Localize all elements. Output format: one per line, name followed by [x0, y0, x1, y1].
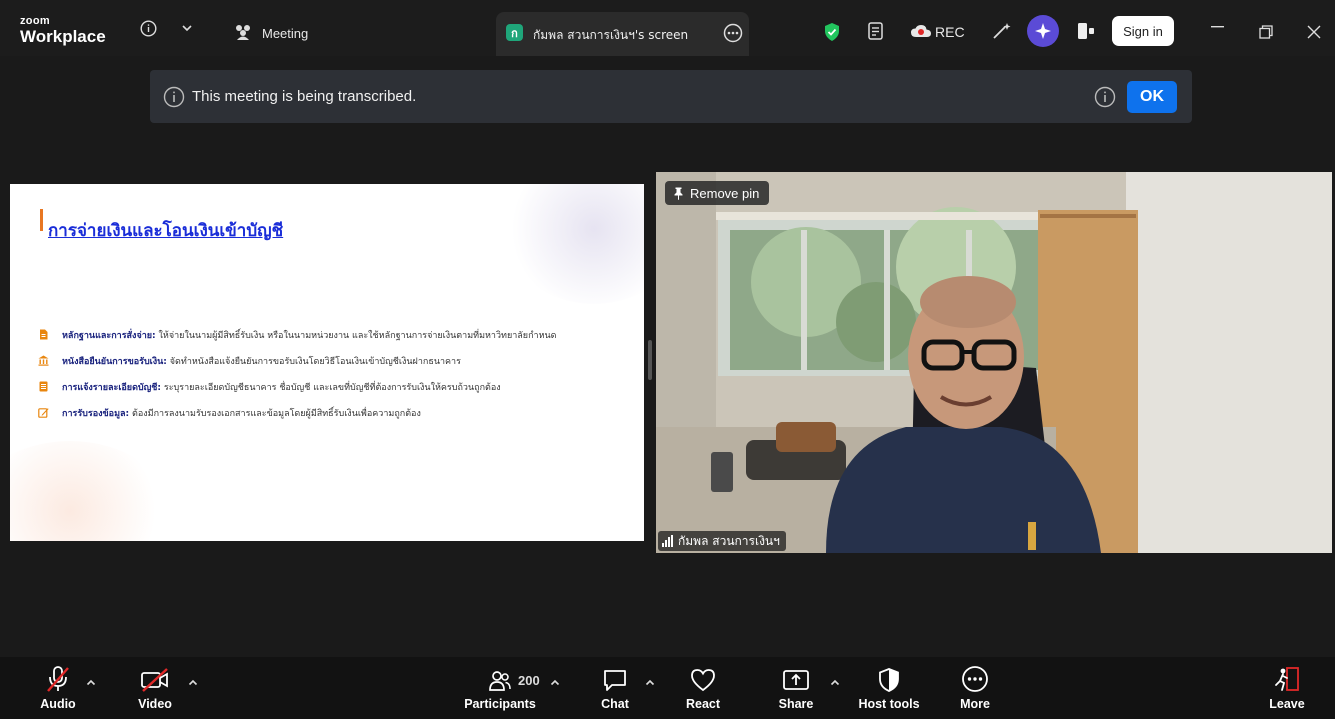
leave-label: Leave: [1269, 697, 1305, 711]
share-screen-icon: [783, 670, 809, 690]
remove-pin-label: Remove pin: [690, 185, 760, 201]
ai-companion-icon[interactable]: [1027, 15, 1059, 47]
slide-title: การจ่ายเงินและโอนเงินเข้าบัญชี: [48, 221, 284, 241]
participants-caret-icon[interactable]: [550, 673, 560, 691]
host-tools-label: Host tools: [858, 697, 920, 711]
meeting-toolbar: Audio Video Participants 200 Chat React …: [0, 657, 1335, 719]
logo-top-text: zoom: [20, 15, 50, 27]
audio-options-caret-icon[interactable]: [86, 673, 96, 691]
chat-label: Chat: [601, 697, 629, 711]
minimize-icon[interactable]: [1211, 26, 1224, 28]
bullet-body: ต้องมีการลงนามรับรองเอกสารและข้อมูลโดยผู…: [129, 409, 421, 419]
bullet-body: ให้จ่ายในนามผู้มีสิทธิ์รับเงิน หรือในนาม…: [155, 331, 557, 341]
share-label: Share: [778, 697, 814, 711]
bullet-heading: หนังสือยืนยันการขอรับเงิน:: [62, 357, 167, 367]
signal-strength-icon: [662, 535, 673, 547]
title-bar: zoom Workplace Meeting ก กัมพล สวนการเงิ…: [0, 0, 1335, 56]
host-shield-icon: [879, 668, 899, 692]
react-label: React: [685, 697, 721, 711]
more-options-icon[interactable]: [723, 23, 743, 48]
split-resize-handle[interactable]: [648, 340, 652, 380]
share-app-badge: ก: [506, 24, 523, 41]
shared-screen-slide: การจ่ายเงินและโอนเงินเข้าบัญชี หลักฐานแล…: [10, 184, 644, 541]
audio-label: Audio: [40, 697, 76, 711]
pin-icon: [674, 187, 683, 200]
participant-video-image: [656, 172, 1332, 553]
meeting-people-icon[interactable]: [233, 24, 253, 40]
more-label: More: [960, 697, 990, 711]
more-button[interactable]: More: [955, 657, 995, 719]
title-accent-bar: [40, 209, 43, 231]
tab-meeting[interactable]: Meeting: [262, 26, 308, 41]
zoom-workplace-logo: zoom Workplace: [20, 15, 106, 46]
info-icon: [163, 86, 185, 113]
bullet-text: การรับรองข้อมูล: ต้องมีการลงนามรับรองเอก…: [62, 406, 421, 420]
chat-icon: [604, 670, 626, 691]
bullet-text: การแจ้งรายละเอียดบัญชี: ระบุรายละเอียดบั…: [62, 380, 501, 394]
document-icon: [40, 329, 48, 340]
remove-pin-button[interactable]: Remove pin: [665, 181, 770, 205]
bullet-heading: การแจ้งรายละเอียดบัญชี:: [62, 383, 162, 393]
rec-label[interactable]: REC: [935, 24, 965, 40]
ok-button[interactable]: OK: [1127, 81, 1177, 113]
chat-caret-icon[interactable]: [645, 673, 655, 691]
bullet-text: หลักฐานและการสั่งจ่าย: ให้จ่ายในนามผู้มี…: [62, 328, 557, 342]
participants-button[interactable]: Participants: [462, 657, 538, 719]
slide-decoration-top: [504, 184, 644, 304]
participant-video-tile[interactable]: Remove pin กัมพล สวนการเงินฯ: [656, 172, 1332, 553]
transcription-info-icon[interactable]: [1094, 86, 1116, 113]
bullet-heading: การรับรองข้อมูล:: [62, 409, 130, 419]
close-icon[interactable]: [1307, 25, 1321, 39]
participant-name-tag: กัมพล สวนการเงินฯ: [658, 531, 786, 551]
chat-button[interactable]: Chat: [595, 657, 635, 719]
security-shield-icon[interactable]: [823, 22, 841, 42]
bullet-heading: หลักฐานและการสั่งจ่าย:: [62, 331, 156, 341]
share-button[interactable]: Share: [776, 657, 816, 719]
list-icon: [39, 381, 48, 392]
bullet-body: ระบุรายละเอียดบัญชีธนาคาร ชื่อบัญชี และเ…: [161, 383, 501, 393]
chevron-down-icon[interactable]: [181, 24, 193, 32]
restore-icon[interactable]: [1259, 25, 1273, 39]
host-tools-button[interactable]: Host tools: [856, 657, 922, 719]
video-button[interactable]: Video: [133, 657, 177, 719]
audio-button[interactable]: Audio: [36, 657, 80, 719]
transcription-message: This meeting is being transcribed.: [192, 88, 417, 105]
share-tab-label: กัมพล สวนการเงินฯ's screen: [533, 28, 689, 42]
share-caret-icon[interactable]: [830, 673, 840, 691]
transcription-banner: This meeting is being transcribed. OK: [150, 70, 1192, 123]
participants-icon: [489, 671, 511, 691]
slide-decoration-bottom: [10, 441, 170, 541]
magic-wand-icon[interactable]: [992, 22, 1012, 40]
info-icon[interactable]: [140, 20, 157, 37]
video-options-caret-icon[interactable]: [188, 673, 198, 691]
edit-icon: [38, 408, 49, 418]
notes-icon[interactable]: [866, 21, 886, 41]
leave-door-icon: [1275, 667, 1299, 691]
camera-off-icon: [141, 668, 168, 692]
participant-count: 200: [518, 673, 540, 688]
heart-icon: [691, 669, 715, 692]
bullet-text: หนังสือยืนยันการขอรับเงิน: จัดทำหนังสือแ…: [62, 354, 461, 368]
bank-icon: [38, 355, 49, 366]
tab-shared-screen[interactable]: ก กัมพล สวนการเงินฯ's screen: [496, 12, 749, 56]
more-icon: [962, 666, 988, 692]
logo-bottom-text: Workplace: [20, 27, 106, 46]
view-layout-icon[interactable]: [1077, 22, 1095, 40]
cloud-record-icon: [910, 24, 932, 38]
sign-in-button[interactable]: Sign in: [1112, 16, 1174, 46]
microphone-muted-icon: [47, 666, 69, 692]
participants-label: Participants: [464, 697, 536, 711]
video-label: Video: [138, 697, 172, 711]
leave-button[interactable]: Leave: [1267, 657, 1307, 719]
participant-name: กัมพล สวนการเงินฯ: [678, 533, 780, 548]
react-button[interactable]: React: [683, 657, 723, 719]
bullet-body: จัดทำหนังสือแจ้งยืนยันการขอรับเงินโดยวิธ…: [166, 357, 461, 367]
